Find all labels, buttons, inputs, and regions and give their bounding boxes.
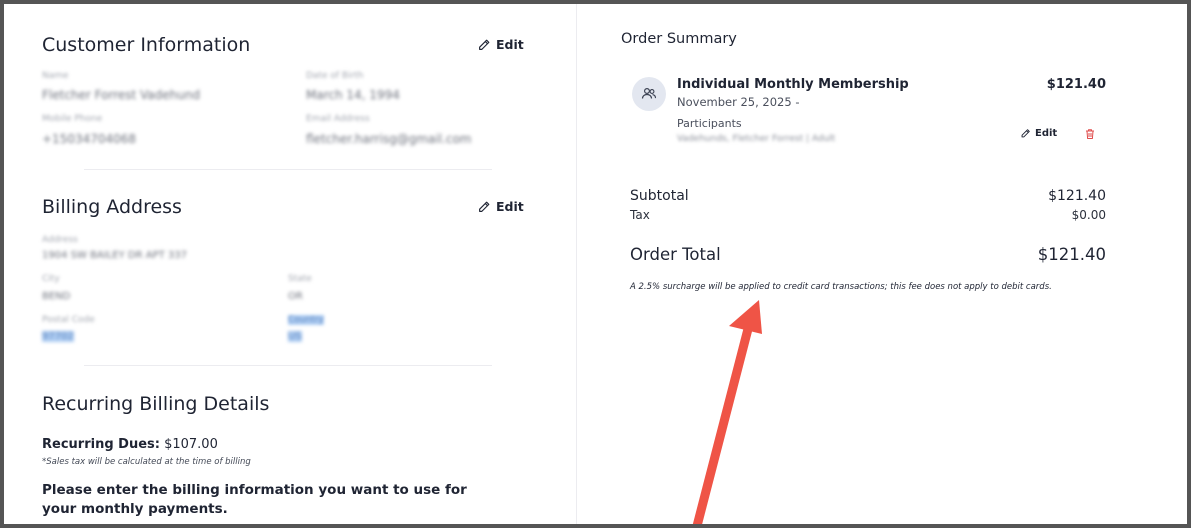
subtotal-row: Subtotal $121.40	[630, 188, 1106, 204]
phone-value: +15034704068	[42, 132, 137, 146]
phone-label: Mobile Phone	[42, 114, 103, 124]
membership-item-price: $121.40	[1046, 77, 1106, 92]
postal-code-label: Postal Code	[42, 315, 95, 325]
trash-icon[interactable]	[1084, 128, 1096, 140]
postal-code-value: 97702	[42, 331, 74, 342]
participants-label: Participants	[677, 117, 742, 130]
recurring-dues-label: Recurring Dues:	[42, 437, 160, 452]
edit-label: Edit	[496, 199, 524, 214]
name-value: Fletcher Forrest Vadehund	[42, 88, 201, 102]
item-edit-button[interactable]: Edit	[1020, 128, 1057, 139]
membership-item-name: Individual Monthly Membership	[677, 77, 909, 92]
order-summary-title: Order Summary	[621, 31, 737, 47]
subtotal-label: Subtotal	[630, 188, 689, 204]
order-total-label: Order Total	[630, 245, 721, 264]
tax-label: Tax	[630, 208, 650, 222]
pencil-icon	[1021, 129, 1030, 138]
membership-item-date: November 25, 2025 -	[677, 95, 800, 109]
billing-address-edit-button[interactable]: Edit	[477, 199, 524, 214]
dob-value: March 14, 1994	[306, 88, 400, 102]
email-value: fletcher.harrisg@gmail.com	[306, 132, 472, 146]
edit-label: Edit	[496, 37, 524, 52]
dob-label: Date of Birth	[306, 71, 364, 81]
subtotal-value: $121.40	[1048, 188, 1106, 204]
address-value: 1904 SW BAILEY DR APT 337	[42, 250, 187, 261]
order-summary-panel: Order Summary Individual Monthly Members…	[577, 4, 1187, 524]
customer-information-edit-button[interactable]: Edit	[477, 37, 524, 52]
section-divider	[84, 365, 492, 366]
recurring-dues-line: Recurring Dues: $107.00	[42, 437, 218, 452]
email-label: Email Address	[306, 114, 370, 124]
item-edit-label: Edit	[1035, 128, 1058, 139]
tax-value: $0.00	[1071, 208, 1106, 222]
pencil-icon	[479, 201, 490, 212]
section-divider	[84, 169, 492, 170]
billing-address-title: Billing Address	[42, 196, 182, 218]
recurring-dues-value: $107.00	[164, 437, 218, 452]
city-label: City	[42, 274, 60, 284]
participants-value: Vadehunds, Fletcher Forrest | Adult	[677, 134, 836, 144]
checkout-page: Customer Information Edit Name Fletcher …	[4, 4, 1187, 524]
address-label: Address	[42, 235, 78, 245]
country-value: US	[288, 331, 302, 342]
customer-information-title: Customer Information	[42, 34, 251, 56]
country-label: Country	[288, 315, 324, 325]
sales-tax-note: *Sales tax will be calculated at the tim…	[42, 457, 251, 467]
state-value: OR	[288, 291, 303, 302]
billing-info-prompt: Please enter the billing information you…	[42, 482, 467, 517]
tax-row: Tax $0.00	[630, 208, 1106, 222]
customer-details-panel: Customer Information Edit Name Fletcher …	[4, 4, 576, 524]
participants-icon	[632, 77, 666, 111]
pencil-icon	[479, 39, 490, 50]
state-label: State	[288, 274, 312, 284]
city-value: BEND	[42, 291, 71, 302]
surcharge-note: A 2.5% surcharge will be applied to cred…	[630, 282, 1052, 292]
order-total-row: Order Total $121.40	[630, 245, 1106, 264]
order-total-value: $121.40	[1037, 245, 1106, 264]
name-label: Name	[42, 71, 69, 81]
recurring-billing-title: Recurring Billing Details	[42, 393, 270, 415]
